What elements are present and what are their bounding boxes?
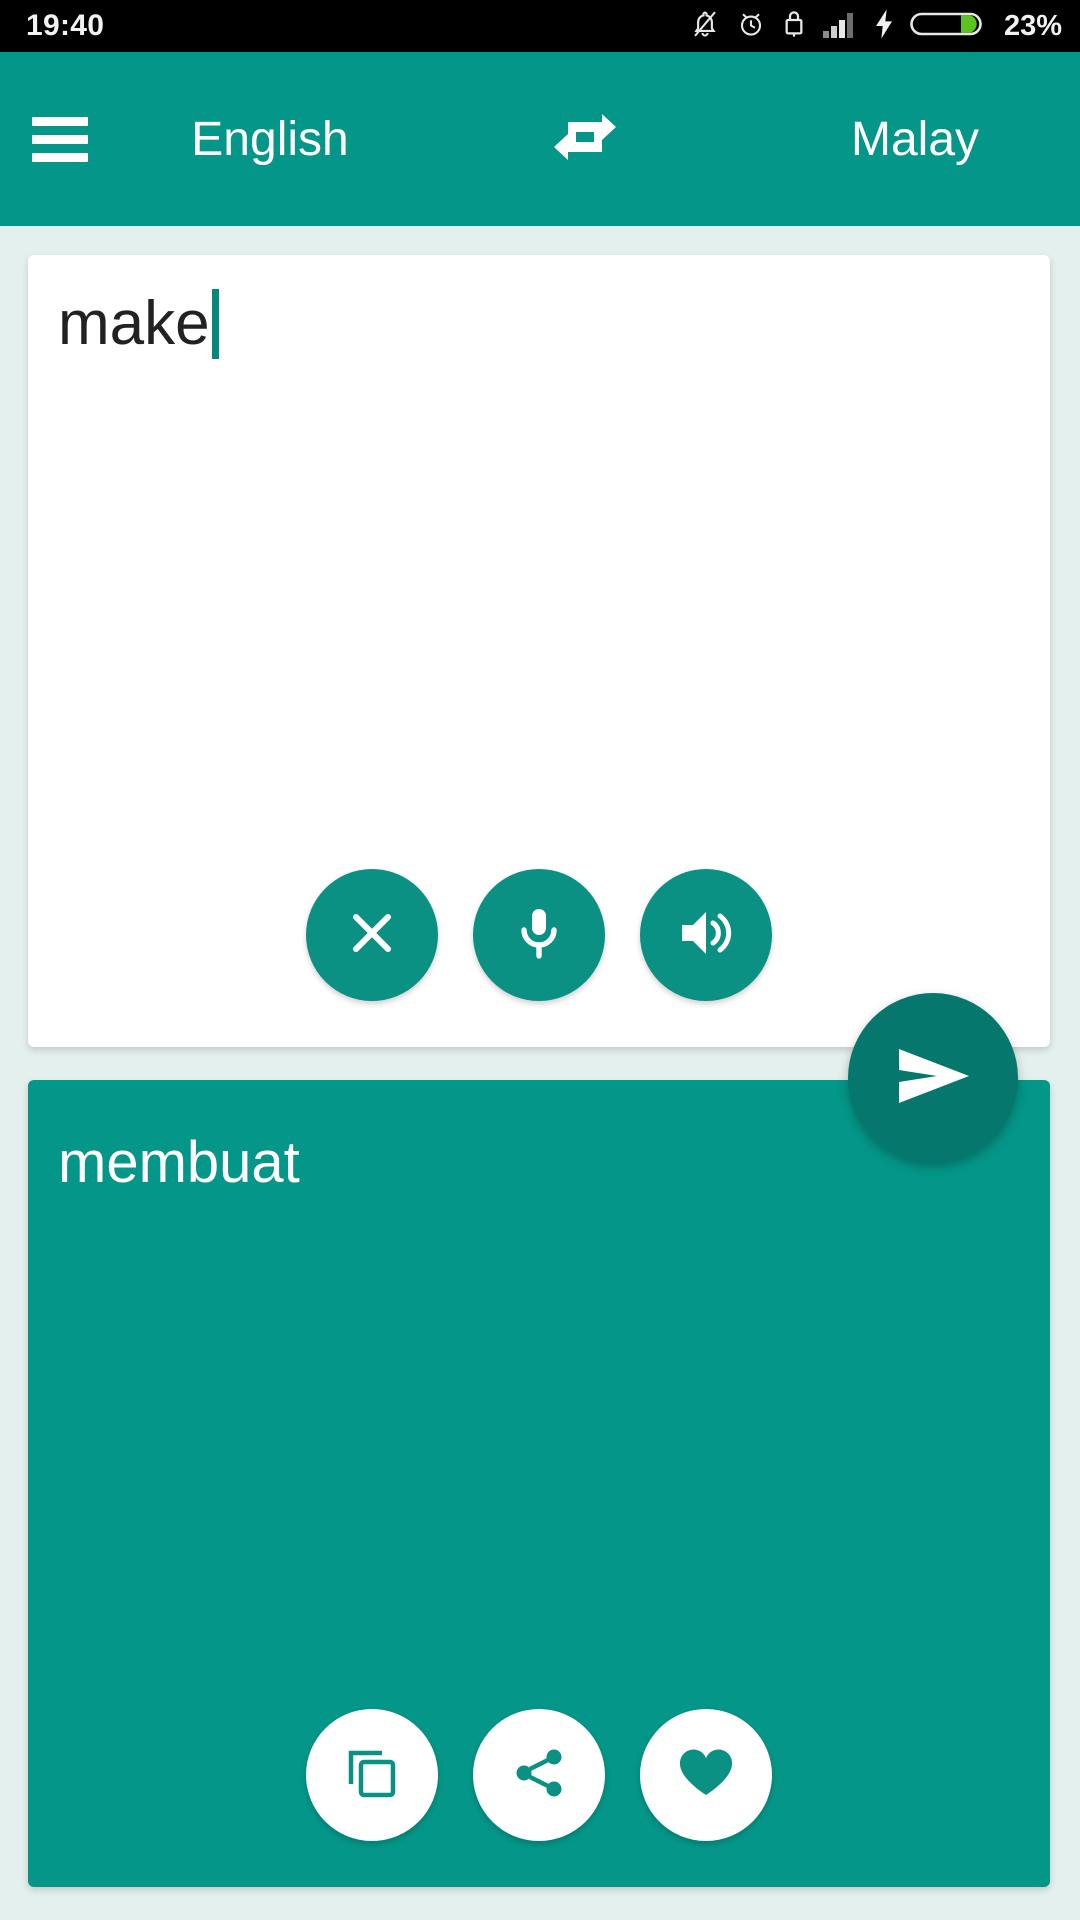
status-clock: 19:40 [26,9,105,42]
favorite-button[interactable] [640,1709,772,1841]
source-text-input[interactable]: make [58,287,219,361]
battery-icon [910,8,982,45]
target-language-selector[interactable]: Malay [750,112,1080,167]
status-icons: 23% [690,8,1062,45]
charging-bolt-icon [874,8,894,45]
notifications-off-icon [690,8,720,45]
voice-input-button[interactable] [473,869,605,1001]
source-text-value: make [58,289,210,358]
signal-bars-icon [822,8,858,45]
translation-result-text: membuat [58,1130,300,1195]
menu-icon [32,108,88,171]
close-icon [344,905,400,966]
speak-source-button[interactable] [640,869,772,1001]
send-icon [891,1039,975,1118]
app-bar: English Malay [0,52,1080,226]
clear-button[interactable] [306,869,438,1001]
status-bar: 19:40 23% [0,0,1080,52]
translation-result-card: membuat [28,1080,1050,1887]
microphone-icon [511,903,567,968]
battery-percent: 23% [1003,9,1062,42]
copy-button[interactable] [306,1709,438,1841]
swap-languages-icon [550,102,620,177]
lock-icon [782,8,806,45]
share-icon [510,1744,568,1807]
share-button[interactable] [473,1709,605,1841]
text-caret [211,289,219,360]
translate-send-button[interactable] [848,993,1018,1163]
source-text-card: make [28,255,1050,1047]
heart-icon [676,1745,736,1806]
result-actions [28,1709,1050,1841]
speaker-icon [676,905,736,966]
copy-icon [343,1744,401,1807]
source-actions [28,869,1050,1001]
menu-button[interactable] [0,52,120,226]
app-screen: 19:40 23% English Malay make membuat [0,0,1080,1920]
swap-languages-button[interactable] [420,102,750,177]
alarm-icon [736,8,766,45]
source-language-selector[interactable]: English [120,112,420,167]
